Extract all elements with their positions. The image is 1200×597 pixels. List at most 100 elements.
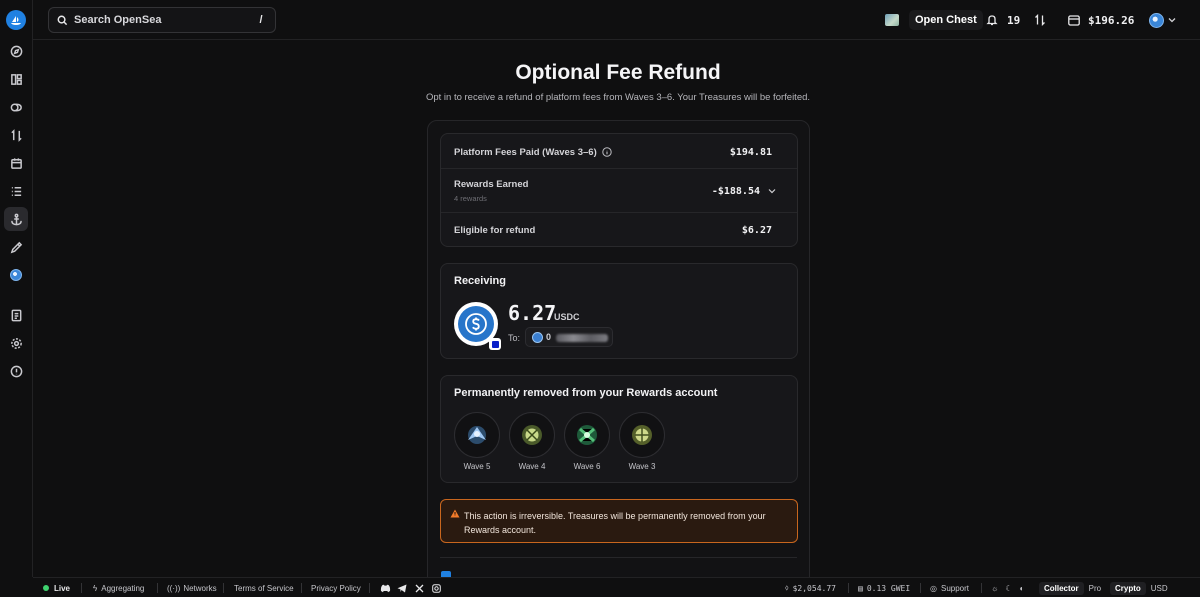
avatar xyxy=(1149,12,1164,28)
networks-label: Networks xyxy=(183,583,217,593)
eth-price-value: $2,054.77 xyxy=(792,583,836,593)
swap-shortcut-button[interactable] xyxy=(1034,0,1046,40)
page-subtitle: Opt in to receive a refund of platform f… xyxy=(425,92,811,103)
contrast-icon[interactable]: ◐ xyxy=(1020,584,1025,593)
topbar: Search OpenSea / Open Chest 19 $196.26 xyxy=(33,0,1200,40)
receiving-card: Receiving 6.27 USDC To: 0 xyxy=(440,263,798,359)
recipient-avatar xyxy=(532,332,543,343)
treasure-wave-5: Wave 5 xyxy=(454,412,500,471)
treasure-label: Wave 6 xyxy=(573,462,601,471)
search-input[interactable]: Search OpenSea / xyxy=(48,7,276,33)
sidebar-item-studio[interactable] xyxy=(4,235,28,259)
opensea-logo[interactable] xyxy=(6,10,26,30)
x-icon xyxy=(415,584,424,592)
address-redacted xyxy=(556,334,608,342)
rewards-earned-value: -$188.54 xyxy=(711,185,760,197)
theme-switcher[interactable]: ☼ ☾ ◐ xyxy=(991,578,1024,597)
mode-switcher[interactable]: Collector Pro xyxy=(1039,578,1106,597)
live-status: Live xyxy=(43,578,70,597)
info-icon[interactable] xyxy=(602,147,612,157)
eligible-label: Eligible for refund xyxy=(454,224,536,236)
receiving-currency: USDC xyxy=(554,312,580,322)
eth-price: ⬨ $2,054.77 xyxy=(785,578,836,597)
recipient-address[interactable]: 0 xyxy=(525,327,613,347)
divider xyxy=(301,583,302,593)
chevron-down-icon[interactable] xyxy=(768,188,776,194)
wallet-balance-button[interactable]: $196.26 xyxy=(1068,0,1134,40)
chain-badge-icon xyxy=(489,338,501,350)
treasure-wave-3: Wave 3 xyxy=(619,412,665,471)
to-label: To: xyxy=(508,333,521,343)
search-shortcut-key: / xyxy=(259,14,263,26)
list-icon xyxy=(11,186,21,196)
treasure-icon xyxy=(632,425,652,445)
x-link[interactable] xyxy=(415,578,424,597)
treasure-label: Wave 3 xyxy=(628,462,656,471)
gas-icon: ▤ xyxy=(858,583,863,593)
gear-icon xyxy=(10,337,22,349)
gas-price-value: 0.13 GWEI xyxy=(866,583,911,593)
currency-crypto[interactable]: Crypto xyxy=(1110,581,1146,595)
sidebar-item-rewards[interactable] xyxy=(4,207,28,231)
fees-paid-label: Platform Fees Paid (Waves 3–6) xyxy=(454,146,597,158)
support-link[interactable]: ◎ Support xyxy=(930,578,969,597)
instagram-icon xyxy=(432,583,441,593)
mode-pro[interactable]: Pro xyxy=(1084,582,1106,595)
eligible-value: $6.27 xyxy=(741,224,772,236)
sidebar-item-activity[interactable] xyxy=(4,179,28,203)
account-menu-button[interactable] xyxy=(1149,0,1176,40)
divider xyxy=(981,583,982,593)
chevron-down-icon xyxy=(1168,18,1176,23)
refund-panel: Platform Fees Paid (Waves 3–6) $194.81 R… xyxy=(427,120,810,590)
sun-icon[interactable]: ☼ xyxy=(991,584,998,593)
privacy-link[interactable]: Privacy Policy xyxy=(311,578,361,597)
avatar-icon xyxy=(10,269,22,281)
currency-usd[interactable]: USD xyxy=(1146,582,1173,595)
notifications-button[interactable]: 19 xyxy=(986,0,1020,40)
fees-paid-row: Platform Fees Paid (Waves 3–6) $194.81 xyxy=(454,145,784,159)
sidebar-item-swap[interactable] xyxy=(4,123,28,147)
mode-collector[interactable]: Collector xyxy=(1039,581,1084,595)
gas-price: ▤ 0.13 GWEI xyxy=(858,578,910,597)
instagram-link[interactable] xyxy=(432,578,441,597)
open-chest-button[interactable]: Open Chest xyxy=(909,10,983,30)
eth-icon: ⬨ xyxy=(785,583,789,592)
discord-icon xyxy=(380,584,391,592)
sidebar-item-drops[interactable] xyxy=(4,151,28,175)
compass-icon xyxy=(10,45,22,57)
aggregating-link[interactable]: ϟ Aggregating xyxy=(93,578,144,597)
treasure-icon xyxy=(577,425,597,445)
notifications-count: 19 xyxy=(1007,13,1021,27)
swap-icon xyxy=(10,128,22,142)
warning-icon xyxy=(450,509,460,518)
sidebar-item-support[interactable] xyxy=(4,359,28,383)
rewards-earned-row[interactable]: Rewards Earned 4 rewards -$188.54 xyxy=(454,178,784,204)
sidebar-item-discover[interactable] xyxy=(4,39,28,63)
wallet-balance: $196.26 xyxy=(1088,13,1135,27)
page-title: Optional Fee Refund xyxy=(515,61,721,84)
discord-link[interactable] xyxy=(380,578,391,597)
rewards-count: 4 rewards xyxy=(454,194,487,203)
treasure-wave-6: Wave 6 xyxy=(564,412,610,471)
sidebar-item-profile[interactable] xyxy=(4,263,28,287)
fees-paid-value: $194.81 xyxy=(729,146,772,158)
eligible-row: Eligible for refund $6.27 xyxy=(454,223,784,237)
divider xyxy=(920,583,921,593)
removed-treasures-card: Permanently removed from your Rewards ac… xyxy=(440,375,798,483)
divider xyxy=(157,583,158,593)
treasure-icon xyxy=(522,425,542,445)
networks-link[interactable]: ((·)) Networks xyxy=(167,578,217,597)
moon-icon[interactable]: ☾ xyxy=(1005,584,1012,593)
address-initial: 0 xyxy=(546,332,552,342)
calendar-icon xyxy=(10,157,22,169)
terms-link[interactable]: Terms of Service xyxy=(234,578,294,597)
support-label: Support xyxy=(940,583,970,593)
open-chest-area[interactable]: Open Chest xyxy=(885,0,983,40)
currency-switcher[interactable]: Crypto USD xyxy=(1110,578,1173,597)
receiving-amount: 6.27 xyxy=(508,301,557,325)
sidebar-item-docs[interactable] xyxy=(4,303,28,327)
sidebar-item-settings[interactable] xyxy=(4,331,28,355)
telegram-link[interactable] xyxy=(397,578,407,597)
search-icon xyxy=(57,15,68,25)
divider xyxy=(848,583,849,593)
